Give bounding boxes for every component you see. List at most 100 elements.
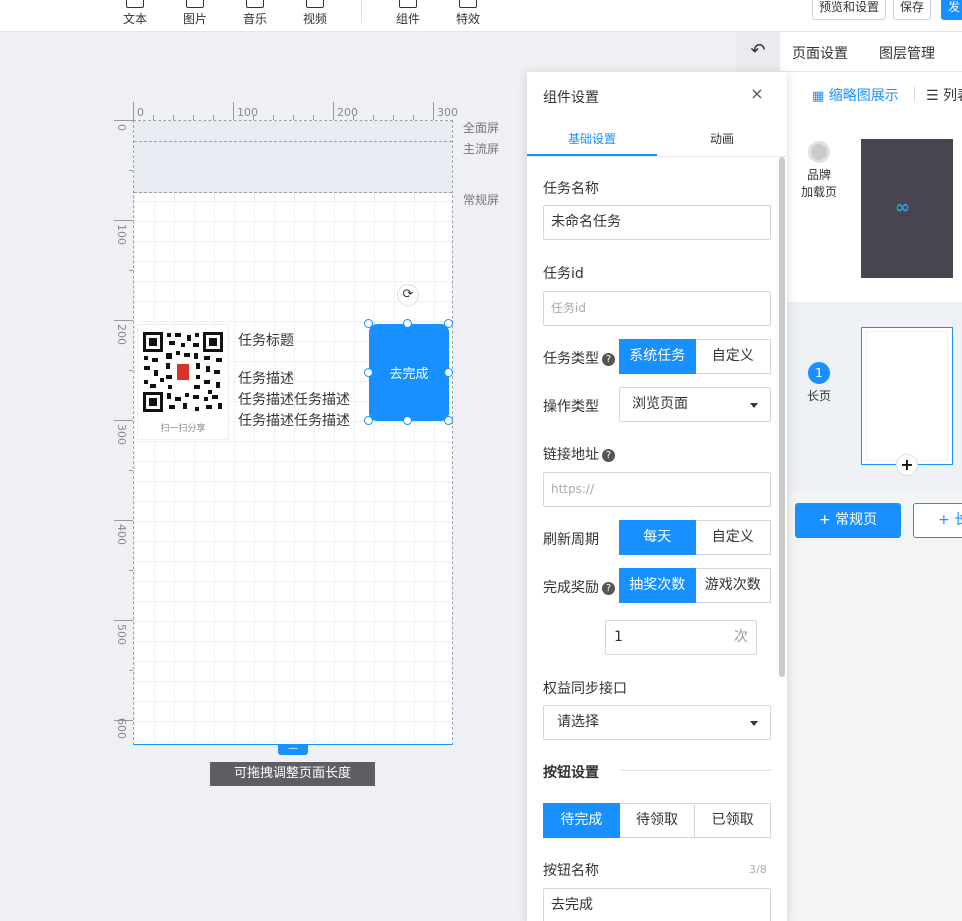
task-type-system[interactable]: 系统任务 <box>619 339 696 374</box>
refresh-selector: 每天 自定义 <box>619 520 771 555</box>
resize-handle-right[interactable] <box>444 368 453 377</box>
ruler-left-label: 500 <box>115 624 128 645</box>
tool-text[interactable]: 文本 <box>110 0 160 27</box>
ruler-left-label: 100 <box>115 224 128 245</box>
video-icon <box>306 0 324 8</box>
zone-label-normal: 常规屏 <box>463 193 500 207</box>
view-list-toggle[interactable]: ☰ 列表 <box>926 85 962 105</box>
dialog-form: 任务名称 未命名任务 任务id 任务id 任务类型? 系统任务 自定义 操作类型… <box>527 157 787 921</box>
component-settings-dialog: 组件设置 × 基础设置 动画 任务名称 未命名任务 任务id 任务id 任务类型… <box>527 72 787 921</box>
dialog-scrollbar[interactable] <box>779 157 785 677</box>
resize-handle-left[interactable] <box>364 368 373 377</box>
task-type-label: 任务类型? <box>543 348 615 368</box>
task-type-selector: 系统任务 自定义 <box>619 339 771 374</box>
tool-component[interactable]: 组件 <box>383 0 433 27</box>
close-icon[interactable]: × <box>747 84 767 104</box>
tab-page-settings[interactable]: 页面设置 <box>792 43 848 63</box>
brand-logo-icon: ∞ <box>895 197 910 218</box>
ruler-top-label: 300 <box>437 106 458 119</box>
button-state-pending[interactable]: 待完成 <box>543 803 620 838</box>
tool-effects[interactable]: 特效 <box>443 0 493 27</box>
button-state-claimed[interactable]: 已领取 <box>695 803 772 838</box>
zone-label-full: 全面屏 <box>463 121 500 135</box>
help-icon[interactable]: ? <box>602 582 615 595</box>
effects-icon <box>459 0 477 8</box>
resize-handle-bottom[interactable] <box>403 416 412 425</box>
ruler-left-label: 200 <box>115 324 128 345</box>
op-type-select[interactable]: 浏览页面 <box>619 387 771 422</box>
preview-settings-button[interactable]: 预览和设置 <box>812 0 887 20</box>
top-toolbar: 文本 图片 音乐 视频 组件 特效 预览和设置 保存 发 <box>0 0 962 32</box>
tool-music[interactable]: 音乐 <box>230 0 280 27</box>
reward-unit: 次 <box>734 629 748 645</box>
button-state-selector: 待完成 待领取 已领取 <box>543 803 772 838</box>
tool-component-label: 组件 <box>395 12 420 26</box>
toolbar-divider <box>361 0 362 22</box>
view-thumbnail-toggle[interactable]: ▦ 缩略图展示 <box>812 85 899 105</box>
rotate-icon[interactable]: ⟳ <box>397 284 419 306</box>
tool-video[interactable]: 视频 <box>290 0 340 27</box>
page-item-brand[interactable]: 品牌 加载页 ∞ <box>786 116 962 302</box>
grid-icon: ▦ <box>812 89 825 104</box>
task-desc-line[interactable]: 任务描述 <box>238 368 294 388</box>
refresh-daily[interactable]: 每天 <box>619 520 696 555</box>
ruler-top-label: 100 <box>237 106 258 119</box>
help-icon[interactable]: ? <box>602 353 615 366</box>
page-thumbnail-long[interactable] <box>861 327 953 465</box>
resize-handle-bottom-left[interactable] <box>364 416 373 425</box>
chevron-down-icon <box>750 721 758 726</box>
rights-label: 权益同步接口 <box>543 681 627 697</box>
tab-animation[interactable]: 动画 <box>657 130 787 147</box>
ruler-top-label: 200 <box>337 106 358 119</box>
button-name-counter: 3/8 <box>749 863 767 876</box>
dialog-title: 组件设置 <box>543 90 599 106</box>
op-type-value: 浏览页面 <box>632 396 688 412</box>
reward-label: 完成奖励? <box>543 577 615 597</box>
add-long-page-button[interactable]: + 长页 <box>913 503 962 538</box>
task-desc-line[interactable]: 任务描述任务描述 <box>238 389 350 409</box>
ruler-left-label: 600 <box>115 718 128 739</box>
task-name-input[interactable]: 未命名任务 <box>543 205 771 240</box>
add-regular-page-button[interactable]: + 常规页 <box>795 503 901 538</box>
task-type-custom[interactable]: 自定义 <box>695 339 771 374</box>
resize-handle-top-left[interactable] <box>364 319 373 328</box>
reward-lottery[interactable]: 抽奖次数 <box>619 568 696 603</box>
tool-image[interactable]: 图片 <box>170 0 220 27</box>
qr-code-card[interactable]: 扫一扫分享 <box>137 324 229 440</box>
button-name-input[interactable]: 去完成 <box>543 888 771 921</box>
page-item-long[interactable]: 1 长页 + <box>786 302 962 492</box>
save-button[interactable]: 保存 <box>893 0 932 20</box>
help-icon[interactable]: ? <box>602 449 615 462</box>
reward-count-input[interactable]: 1 次 <box>605 620 757 655</box>
text-icon <box>126 0 144 8</box>
rights-select[interactable]: 请选择 <box>543 705 771 740</box>
tab-layer-manage[interactable]: 图层管理 <box>879 43 935 63</box>
add-page-plus-icon[interactable]: + <box>896 454 918 476</box>
button-state-claimable[interactable]: 待领取 <box>619 803 696 838</box>
refresh-custom[interactable]: 自定义 <box>695 520 771 555</box>
page-length-drag-handle[interactable]: — <box>278 744 308 755</box>
undo-icon[interactable]: ↶ <box>736 32 780 72</box>
task-id-label: 任务id <box>543 266 584 282</box>
page-thumbnail-brand[interactable]: ∞ <box>861 139 953 278</box>
link-input[interactable]: https:// <box>543 472 771 507</box>
tool-video-label: 视频 <box>302 12 327 26</box>
resize-handle-top[interactable] <box>403 319 412 328</box>
rights-value: 请选择 <box>557 714 599 730</box>
resize-handle-top-right[interactable] <box>444 319 453 328</box>
go-complete-button[interactable]: 去完成 <box>369 324 449 421</box>
reward-game[interactable]: 游戏次数 <box>695 568 771 603</box>
component-icon <box>399 0 417 8</box>
task-desc-line[interactable]: 任务描述任务描述 <box>238 410 350 430</box>
section-divider <box>621 770 771 771</box>
publish-button[interactable]: 发 <box>941 0 962 20</box>
resize-handle-bottom-right[interactable] <box>444 416 453 425</box>
reward-count-value: 1 <box>614 629 623 645</box>
task-title-text[interactable]: 任务标题 <box>238 330 294 350</box>
main-screen-zone <box>134 142 452 193</box>
refresh-label: 刷新周期 <box>543 532 599 548</box>
task-id-input[interactable]: 任务id <box>543 291 771 326</box>
tab-basic-settings[interactable]: 基础设置 <box>527 130 657 147</box>
link-label: 链接地址? <box>543 444 615 464</box>
view-list-label: 列表 <box>943 88 962 104</box>
